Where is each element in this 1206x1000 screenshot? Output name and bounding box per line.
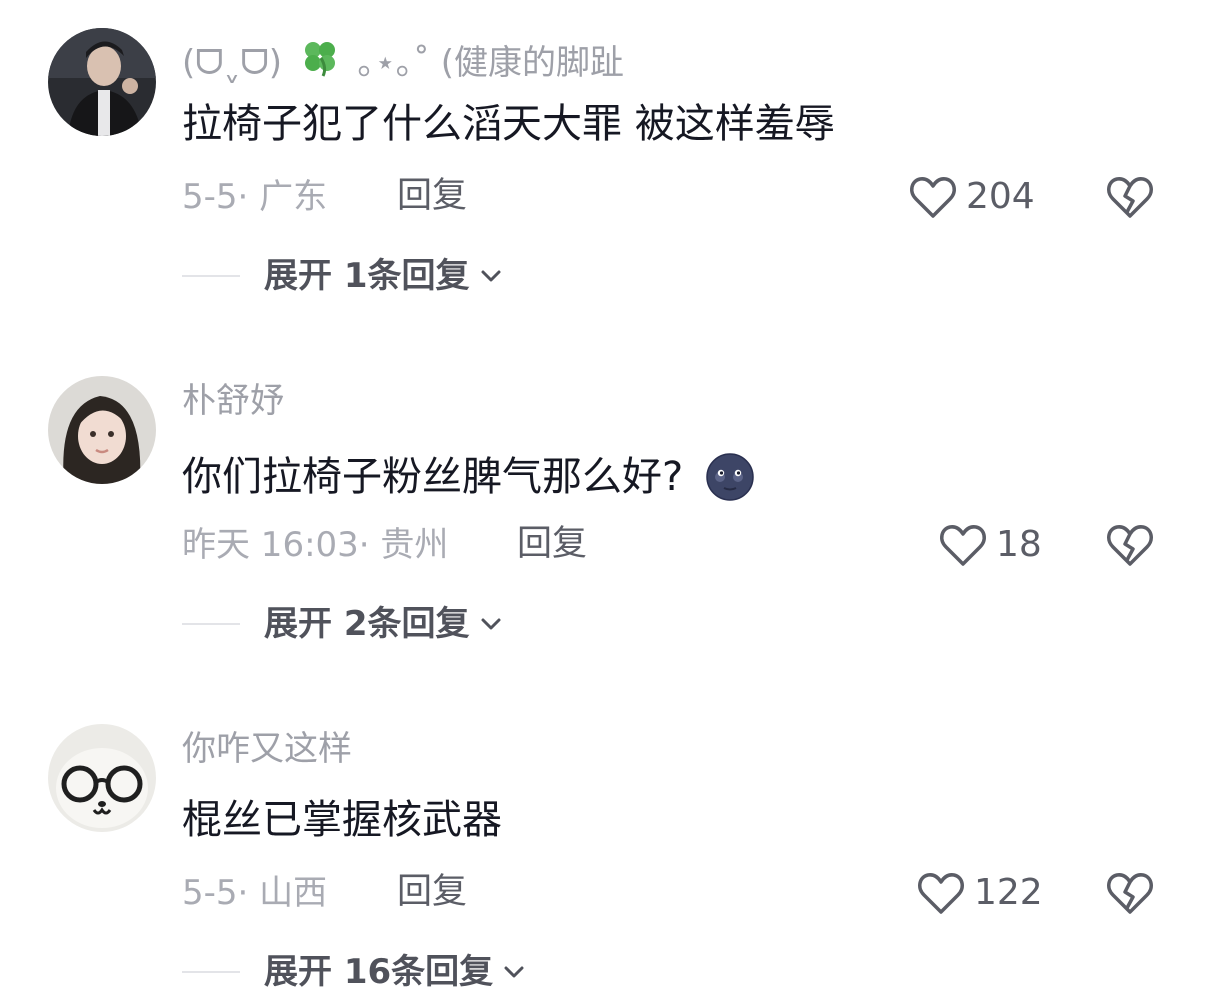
broken-heart-icon [1107, 873, 1153, 914]
comment-item: 朴舒妤 你们拉椅子粉丝脾气那么好? 昨天 16:03· 贵州 回复 18 展开 … [0, 348, 1206, 678]
avatar[interactable] [48, 376, 156, 484]
comment-item: 你咋又这样 棍丝已掌握核武器 5-5· 山西 回复 122 展开 16条回复 [0, 696, 1206, 1000]
divider-line [182, 623, 240, 625]
username[interactable]: 朴舒妤 [182, 384, 284, 418]
avatar[interactable] [48, 724, 156, 832]
expand-replies-label: 展开 1条回复 [264, 256, 470, 296]
like-button[interactable]: 122 [916, 870, 1043, 916]
username[interactable]: 你咋又这样 [182, 732, 352, 766]
reply-button[interactable]: 回复 [397, 179, 467, 214]
like-button[interactable]: 18 [938, 522, 1042, 568]
comment-meta: 5-5· 山西 [182, 873, 328, 913]
username[interactable]: (ᗜˬᗜ) ｡⋆｡˚ (健康的脚趾 [182, 36, 624, 84]
heart-outline-icon [910, 177, 956, 218]
expand-replies-label: 展开 16条回复 [264, 952, 494, 992]
like-button[interactable]: 204 [908, 174, 1035, 220]
reply-button[interactable]: 回复 [517, 527, 587, 562]
heart-outline-icon [918, 873, 964, 914]
chevron-down-icon [504, 966, 524, 978]
dislike-button[interactable] [1105, 870, 1155, 916]
divider-line [182, 971, 240, 973]
heart-outline-icon [940, 525, 986, 566]
comment-text: 棍丝已掌握核武器 [182, 797, 502, 843]
comment-text: 你们拉椅子粉丝脾气那么好? [182, 452, 755, 502]
like-count: 204 [966, 176, 1035, 217]
expand-replies-button[interactable]: 展开 16条回复 [182, 955, 527, 989]
comment-meta: 5-5· 广东 [182, 177, 328, 217]
broken-heart-icon [1107, 525, 1153, 566]
expand-replies-button[interactable]: 展开 2条回复 [182, 607, 504, 641]
dislike-button[interactable] [1105, 522, 1155, 568]
like-count: 18 [996, 524, 1042, 565]
comment-text: 拉椅子犯了什么滔天大罪 被这样羞辱 [182, 101, 835, 147]
new-moon-face-emoji [705, 452, 755, 502]
like-count: 122 [974, 872, 1043, 913]
chevron-down-icon [481, 270, 500, 282]
chevron-down-icon [481, 618, 500, 630]
avatar[interactable] [48, 28, 156, 136]
comment-item: (ᗜˬᗜ) ｡⋆｡˚ (健康的脚趾 拉椅子犯了什么滔天大罪 被这样羞辱 5-5·… [0, 0, 1206, 330]
divider-line [182, 275, 240, 277]
reply-button[interactable]: 回复 [397, 875, 467, 910]
expand-replies-label: 展开 2条回复 [264, 604, 470, 644]
comment-meta: 昨天 16:03· 贵州 [182, 525, 449, 565]
comment-list: (ᗜˬᗜ) ｡⋆｡˚ (健康的脚趾 拉椅子犯了什么滔天大罪 被这样羞辱 5-5·… [0, 0, 1206, 1000]
expand-replies-button[interactable]: 展开 1条回复 [182, 259, 504, 293]
dislike-button[interactable] [1105, 174, 1155, 220]
four-leaf-clover-icon [299, 36, 341, 84]
broken-heart-icon [1107, 177, 1153, 218]
